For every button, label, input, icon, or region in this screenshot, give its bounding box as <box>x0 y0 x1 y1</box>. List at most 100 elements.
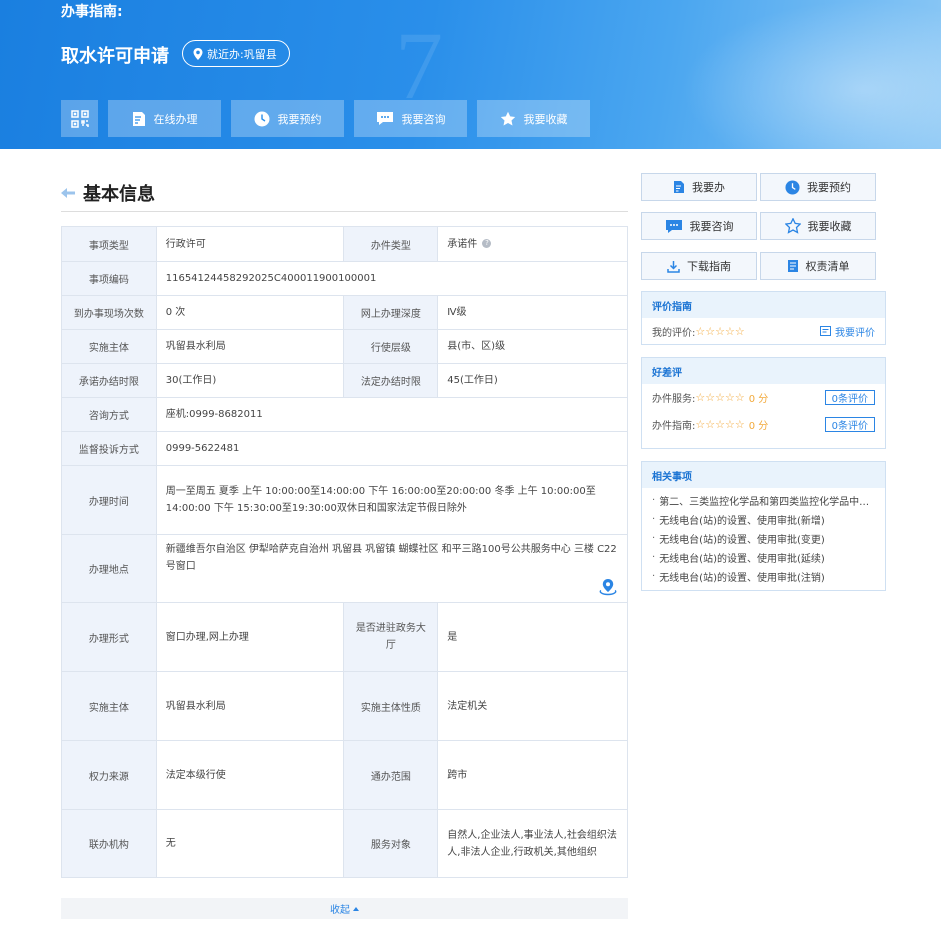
related-item[interactable]: · 无线电台(站)的设置、使用审批(变更) <box>642 529 885 548</box>
basic-info-table: 事项类型 行政许可 办件类型 承诺件 ? 事项编码 11654124458292… <box>61 226 629 878</box>
service-target-value: 自然人,企业法人,事业法人,社会组织法人,非法人企业,行政机关,其他组织 <box>437 809 628 878</box>
visits-value: 0 次 <box>155 295 345 330</box>
rate-link[interactable]: 我要评价 <box>820 324 875 339</box>
star-outline-icon <box>784 218 801 234</box>
download-icon <box>667 260 680 273</box>
related-item[interactable]: · 无线电台(站)的设置、使用审批(延续) <box>642 548 885 567</box>
collapse-button[interactable]: 收起 <box>61 898 628 919</box>
consult-value: 座机:0999-8682011 <box>155 397 629 432</box>
promise-time-value: 30(工作日) <box>155 363 345 398</box>
side-favorite-label: 我要收藏 <box>807 220 852 233</box>
related-item-label: 无线电台(站)的设置、使用审批(变更) <box>659 535 825 546</box>
side-appointment-button[interactable]: 我要预约 <box>760 173 876 201</box>
legal-time-key: 法定办结时限 <box>343 363 439 398</box>
guide-rating-row: 办件指南: ☆☆☆☆☆ 0 分 0条评价 <box>642 411 885 438</box>
help-icon[interactable]: ? <box>482 239 492 248</box>
chat-icon <box>376 112 393 125</box>
appointment-button[interactable]: 我要预约 <box>231 100 344 137</box>
level-key: 行使层级 <box>343 329 439 364</box>
item-type-key: 事项类型 <box>61 226 157 262</box>
item-type-value: 行政许可 <box>155 226 345 262</box>
good-bad-title: 好差评 <box>642 358 885 384</box>
handle-type-value: 承诺件 <box>447 238 478 250</box>
online-handle-label: 在线办理 <box>153 112 198 126</box>
subject-key: 实施主体 <box>61 329 157 364</box>
related-item-label: 无线电台(站)的设置、使用审批(新增) <box>659 516 825 527</box>
section-title: 基本信息 <box>83 184 155 205</box>
service-label: 办件服务: <box>652 394 696 405</box>
table-row: 办理时间 周一至周五 夏季 上午 10:00:00至14:00:00 下午 16… <box>61 465 629 535</box>
guide-label: 办件指南: <box>652 421 696 432</box>
handle-form-key: 办理形式 <box>61 602 157 672</box>
table-row: 咨询方式 座机:0999-8682011 <box>61 397 629 432</box>
related-item[interactable]: · 无线电台(站)的设置、使用审批(新增) <box>642 510 885 529</box>
my-rating-label: 我的评价: <box>652 327 696 339</box>
office-hours-key: 办理时间 <box>61 465 157 535</box>
clock-icon <box>785 179 800 195</box>
table-row: 办理地点 新疆维吾尔自治区 伊犁哈萨克自治州 巩留县 巩留镇 蝴蝶社区 和平三路… <box>61 534 629 603</box>
related-item-label: 无线电台(站)的设置、使用审批(注销) <box>659 573 825 584</box>
subject2-value: 巩留县水利局 <box>155 671 345 741</box>
subject2-key: 实施主体 <box>61 671 157 741</box>
service-target-key: 服务对象 <box>343 809 439 878</box>
comment-icon <box>820 326 831 336</box>
side-handle-button[interactable]: 我要办 <box>641 173 757 201</box>
promise-time-key: 承诺办结时限 <box>61 363 157 398</box>
caret-up-icon <box>353 906 359 911</box>
rate-link-label: 我要评价 <box>835 327 875 339</box>
table-row: 实施主体 巩留县水利局 行使层级 县(市、区)级 <box>61 329 628 364</box>
legal-time-value: 45(工作日) <box>437 363 628 398</box>
consult-key: 咨询方式 <box>61 397 157 432</box>
service-stars: ☆☆☆☆☆ <box>695 391 745 404</box>
power-list-button[interactable]: 权责清单 <box>760 252 876 280</box>
subject-value: 巩留县水利局 <box>155 329 345 364</box>
scope-key: 通办范围 <box>343 740 439 810</box>
nearby-button[interactable]: 就近办:巩留县 <box>182 40 290 67</box>
side-favorite-button[interactable]: 我要收藏 <box>760 212 876 240</box>
guide-score: 0 分 <box>748 421 769 432</box>
location-value: 新疆维吾尔自治区 伊犁哈萨克自治州 巩留县 巩留镇 蝴蝶社区 和平三路100号公… <box>165 544 617 572</box>
handle-type-key: 办件类型 <box>343 226 439 262</box>
related-list: · 第二、三类监控化学品和第四类监控化学品中… · 无线电台(站)的设置、使用审批(… <box>642 488 885 586</box>
table-row: 监督投诉方式 0999-5622481 <box>61 431 629 466</box>
code-key: 事项编码 <box>61 261 157 296</box>
guide-count-button[interactable]: 0条评价 <box>824 417 875 432</box>
scope-value: 跨市 <box>437 740 628 810</box>
page-title: 取水许可申请 <box>61 46 169 67</box>
section-divider <box>61 211 628 212</box>
consult-button[interactable]: 我要咨询 <box>354 100 467 137</box>
joint-org-key: 联办机构 <box>61 809 157 878</box>
side-consult-button[interactable]: 我要咨询 <box>641 212 757 240</box>
visits-key: 到办事现场次数 <box>61 295 157 330</box>
related-item[interactable]: · 无线电台(站)的设置、使用审批(注销) <box>642 567 885 586</box>
edit-icon <box>674 181 684 193</box>
handle-type-cell: 承诺件 ? <box>437 226 628 262</box>
joint-org-value: 无 <box>155 809 345 878</box>
related-item[interactable]: · 第二、三类监控化学品和第四类监控化学品中… <box>642 491 885 510</box>
section-header: 基本信息 <box>61 180 155 206</box>
related-panel: 相关事项 · 第二、三类监控化学品和第四类监控化学品中… · 无线电台(站)的设置、… <box>641 461 886 591</box>
related-item-label: 第二、三类监控化学品和第四类监控化学品中… <box>659 497 870 508</box>
evaluation-title: 评价指南 <box>642 292 885 318</box>
service-count-button[interactable]: 0条评价 <box>824 390 875 405</box>
map-location-icon[interactable] <box>599 578 617 596</box>
location-cell: 新疆维吾尔自治区 伊犁哈萨克自治州 巩留县 巩留镇 蝴蝶社区 和平三路100号公… <box>155 534 629 603</box>
nearby-label: 就近办:巩留县 <box>207 47 277 61</box>
banner-decoration-glow <box>681 0 941 149</box>
favorite-button[interactable]: 我要收藏 <box>477 100 590 137</box>
power-source-value: 法定本级行使 <box>155 740 345 810</box>
table-row: 到办事现场次数 0 次 网上办理深度 Ⅳ级 <box>61 295 628 330</box>
in-hall-key: 是否进驻政务大厅 <box>343 602 439 672</box>
download-guide-button[interactable]: 下载指南 <box>641 252 757 280</box>
good-bad-panel: 好差评 办件服务: ☆☆☆☆☆ 0 分 0条评价 办件指南: ☆☆☆☆☆ 0 分… <box>641 357 886 449</box>
subject-nature-key: 实施主体性质 <box>343 671 439 741</box>
my-rating-row: 我的评价: ☆☆☆☆☆ 我要评价 <box>642 318 885 344</box>
rating-stars[interactable]: ☆☆☆☆☆ <box>695 325 744 338</box>
table-row: 实施主体 巩留县水利局 实施主体性质 法定机关 <box>61 671 628 741</box>
table-row: 办理形式 窗口办理,网上办理 是否进驻政务大厅 是 <box>61 602 628 672</box>
related-item-label: 无线电台(站)的设置、使用审批(延续) <box>659 554 825 565</box>
qr-code-button[interactable] <box>61 100 98 137</box>
online-handle-button[interactable]: 在线办理 <box>108 100 221 137</box>
star-icon <box>500 111 515 125</box>
qr-code-icon <box>70 109 89 128</box>
